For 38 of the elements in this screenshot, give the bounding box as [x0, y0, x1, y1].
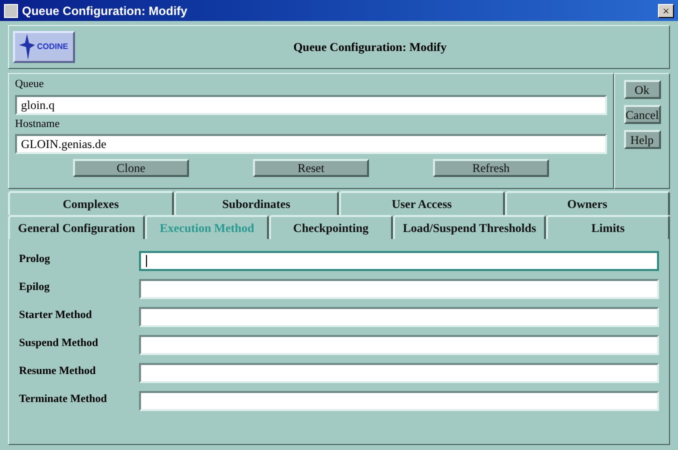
field-label: Queue	[15, 77, 45, 92]
text-field[interactable]: gloin.q	[15, 94, 607, 114]
field-label: Starter Method	[19, 308, 93, 323]
field-label: Suspend Method	[19, 336, 100, 351]
action-button[interactable]: Reset	[253, 159, 369, 177]
field-value: gloin.q	[21, 96, 55, 114]
tab[interactable]: General Configuration	[8, 215, 145, 239]
action-button[interactable]: Cancel	[624, 105, 660, 124]
tab[interactable]: Subordinates	[174, 191, 339, 215]
field-label: Resume Method	[19, 364, 97, 379]
action-button[interactable]: Refresh	[433, 159, 549, 177]
field-label: Prolog	[19, 252, 51, 267]
field-label: Terminate Method	[19, 392, 108, 407]
header-title: Queue Configuration: Modify	[292, 39, 448, 56]
tab[interactable]: Owners	[504, 191, 670, 215]
tab[interactable]: Checkpointing	[268, 215, 393, 239]
text-field[interactable]	[139, 391, 659, 411]
field-label: Epilog	[19, 280, 51, 295]
tab[interactable]: User Access	[339, 191, 504, 215]
window-icon	[4, 4, 18, 18]
text-field[interactable]	[139, 279, 659, 299]
field-value: GLOIN.genias.de	[21, 136, 106, 153]
text-field[interactable]	[139, 307, 659, 327]
action-button[interactable]: Ok	[624, 80, 660, 99]
tab[interactable]: Load/Suspend Thresholds	[392, 215, 546, 239]
text-field[interactable]	[139, 363, 659, 383]
field-label: Hostname	[15, 116, 61, 132]
text-field[interactable]	[139, 335, 659, 355]
window-title: Queue Configuration: Modify	[22, 2, 188, 20]
close-button[interactable]: ×	[658, 4, 674, 18]
action-button[interactable]: Help	[624, 130, 660, 149]
text-cursor-icon	[146, 255, 147, 267]
action-button[interactable]: Clone	[73, 159, 189, 177]
tab[interactable]: Complexes	[8, 191, 174, 215]
text-field[interactable]	[139, 251, 659, 271]
tab[interactable]: Limits	[546, 215, 670, 239]
text-field[interactable]: GLOIN.genias.de	[15, 134, 607, 154]
logo-text: CODINE	[37, 41, 68, 53]
